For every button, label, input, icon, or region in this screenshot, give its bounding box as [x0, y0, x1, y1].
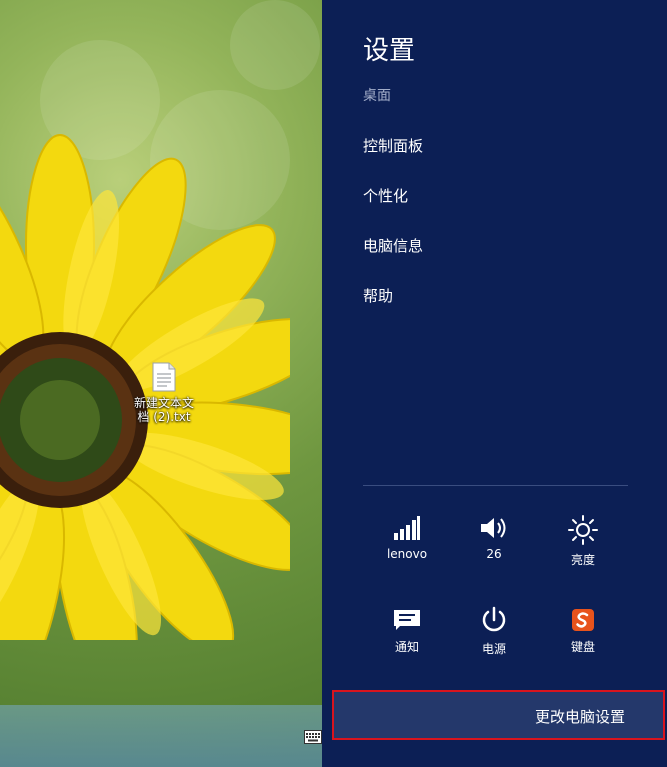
brightness-tile[interactable]: 亮度 — [548, 515, 618, 568]
taskbar[interactable] — [0, 705, 322, 767]
sogou-ime-icon — [572, 609, 594, 631]
menu-item-help[interactable]: 帮助 — [363, 285, 393, 306]
text-file-icon — [152, 362, 176, 392]
volume-label: 26 — [486, 547, 502, 561]
brightness-label: 亮度 — [570, 553, 595, 567]
wifi-signal-icon — [394, 516, 420, 540]
notifications-label: 通知 — [394, 640, 419, 654]
change-pc-settings-label: 更改电脑设置 — [534, 708, 625, 726]
settings-charm-panel: 设置 桌面 控制面板 个性化 电脑信息 帮助 lenovo 26 亮度 通知 电… — [322, 0, 667, 767]
menu-item-pc-info[interactable]: 电脑信息 — [363, 235, 423, 256]
brightness-icon — [568, 515, 598, 545]
power-tile[interactable]: 电源 — [459, 606, 529, 657]
menu-item-personalize[interactable]: 个性化 — [363, 185, 408, 206]
volume-tile[interactable]: 26 — [459, 515, 529, 561]
keyboard-tile[interactable]: 键盘 — [548, 608, 618, 655]
desktop-file[interactable]: 新建文本文 档 (2).txt — [126, 362, 202, 424]
menu-item-control-panel[interactable]: 控制面板 — [363, 135, 423, 156]
divider — [363, 485, 628, 486]
desktop-wallpaper[interactable]: 新建文本文 档 (2).txt — [0, 0, 322, 767]
notification-icon — [394, 610, 420, 630]
change-pc-settings-button[interactable]: 更改电脑设置 — [332, 690, 665, 740]
panel-title: 设置 — [363, 36, 416, 66]
keyboard-icon[interactable] — [304, 729, 322, 745]
bokeh-light — [230, 0, 320, 90]
file-name-label: 新建文本文 档 (2).txt — [133, 396, 194, 424]
section-label: 桌面 — [363, 88, 391, 104]
notifications-tile[interactable]: 通知 — [372, 608, 442, 655]
network-label: lenovo — [386, 547, 428, 561]
power-label: 电源 — [481, 642, 506, 656]
power-icon — [482, 606, 506, 632]
keyboard-label: 键盘 — [570, 640, 595, 654]
network-tile[interactable]: lenovo — [372, 515, 442, 561]
volume-icon — [481, 518, 506, 538]
